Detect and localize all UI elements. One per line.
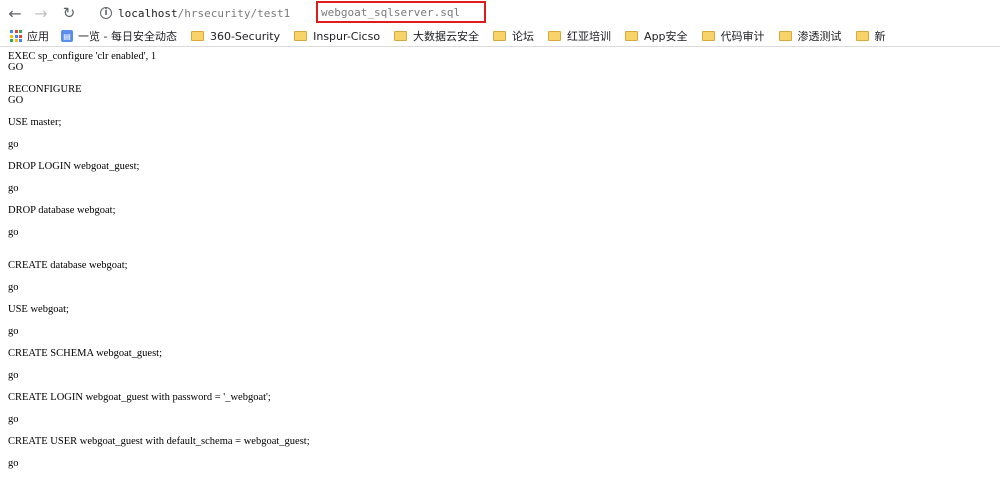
forward-arrow-icon[interactable]: →: [30, 2, 52, 24]
bookmark-item[interactable]: 360-Security: [190, 29, 281, 43]
sql-line: USE master;: [8, 117, 62, 128]
sql-line: DROP LOGIN webgoat_guest;: [8, 161, 140, 172]
sql-line: [8, 337, 993, 348]
sql-line: [8, 73, 993, 84]
bookmark-item[interactable]: Inspur-Cicso: [294, 30, 380, 43]
sql-line: RECONFIGURE: [8, 84, 82, 95]
bookmark-item[interactable]: 新: [855, 28, 886, 44]
sql-line: [8, 271, 993, 282]
address-bar[interactable]: i localhost /hrsecurity/test1 webgoat_sq…: [98, 1, 488, 23]
folder-icon: [190, 31, 204, 41]
folder-icon: [394, 31, 408, 41]
back-arrow-icon[interactable]: ←: [4, 2, 26, 24]
info-icon[interactable]: i: [100, 7, 112, 19]
bookmark-label: 新: [874, 30, 886, 43]
sql-line: [8, 172, 993, 183]
browser-toolbar: ← → ↻ i localhost /hrsecurity/test1 webg…: [0, 0, 1000, 26]
folder-icon: [778, 31, 792, 41]
sql-line: go: [8, 227, 19, 238]
bookmark-item[interactable]: 论坛: [493, 28, 534, 44]
sql-line: [8, 128, 993, 139]
bookmark-label: 红亚培训: [567, 30, 612, 43]
bookmark-item[interactable]: App安全: [625, 28, 688, 44]
sql-line: [8, 293, 993, 304]
bookmarks-bar: 应用 ▤ 一览 - 每日安全动态 360-Security Inspur-Cic…: [0, 26, 1000, 47]
folder-icon: [548, 31, 562, 41]
sql-line: DROP database webgoat;: [8, 205, 116, 216]
sql-line: [8, 403, 993, 414]
bookmark-label: 渗透测试: [797, 30, 842, 43]
sql-line: go: [8, 183, 19, 194]
sql-line: [8, 315, 993, 326]
reload-icon[interactable]: ↻: [58, 2, 80, 24]
sql-line: CREATE USER webgoat_guest with default_s…: [8, 436, 310, 447]
folder-icon: [625, 31, 639, 41]
sql-line: go: [8, 282, 19, 293]
bookmark-label: 应用: [27, 30, 49, 43]
sql-line: go: [8, 326, 19, 337]
sql-line: CREATE SCHEMA webgoat_guest;: [8, 348, 162, 359]
sql-line: GO: [8, 95, 24, 106]
sql-line: [8, 238, 993, 249]
apps-grid-icon[interactable]: [10, 30, 22, 42]
sql-line: [8, 194, 993, 205]
bookmark-label: App安全: [644, 30, 688, 43]
sql-line: CREATE database webgoat;: [8, 260, 128, 271]
bookmark-item[interactable]: 红亚培训: [548, 28, 611, 44]
site-icon: ▤: [61, 30, 73, 42]
sql-file-content: EXEC sp_configure 'clr enabled', 1 GO RECO…: [8, 51, 993, 469]
sql-line: [8, 425, 993, 436]
sql-line: go: [8, 414, 19, 425]
bookmark-label: 360-Security: [209, 29, 281, 43]
sql-line: CREATE LOGIN webgoat_guest with password…: [8, 392, 271, 403]
sql-line: go: [8, 370, 19, 381]
bookmark-label: 论坛: [512, 30, 535, 43]
bookmark-item[interactable]: 大数据云安全: [394, 28, 479, 44]
sql-line: [8, 150, 993, 161]
bookmark-label: 一览 - 每日安全动态: [78, 30, 177, 43]
sql-line: USE webgoat;: [8, 304, 69, 315]
bookmark-label: 大数据云安全: [413, 30, 480, 43]
bookmark-item[interactable]: 代码审计: [701, 28, 765, 44]
folder-icon: [493, 31, 507, 41]
sql-line: [8, 216, 993, 227]
url-filename: webgoat_sqlserver.sql: [321, 6, 461, 19]
sql-line: [8, 359, 993, 370]
sql-line: EXEC sp_configure 'clr enabled', 1: [8, 51, 157, 62]
sql-line: [8, 106, 993, 117]
bookmark-item[interactable]: 渗透测试: [778, 28, 842, 44]
bookmark-label: Inspur-Cicso: [313, 29, 381, 43]
folder-icon: [855, 31, 869, 41]
bookmark-apps[interactable]: 应用: [27, 28, 49, 44]
sql-line: [8, 381, 993, 392]
sql-line: go: [8, 139, 19, 150]
url-host: localhost: [118, 6, 178, 20]
bookmark-label: 代码审计: [720, 30, 765, 43]
sql-line: go: [8, 458, 19, 469]
folder-icon: [294, 31, 308, 41]
url-path: /hrsecurity/test1: [177, 6, 291, 20]
sql-line: [8, 249, 993, 260]
folder-icon: [701, 31, 715, 41]
sql-line: [8, 447, 993, 458]
bookmark-item[interactable]: ▤ 一览 - 每日安全动态: [61, 28, 177, 44]
sql-line: GO: [8, 62, 24, 73]
